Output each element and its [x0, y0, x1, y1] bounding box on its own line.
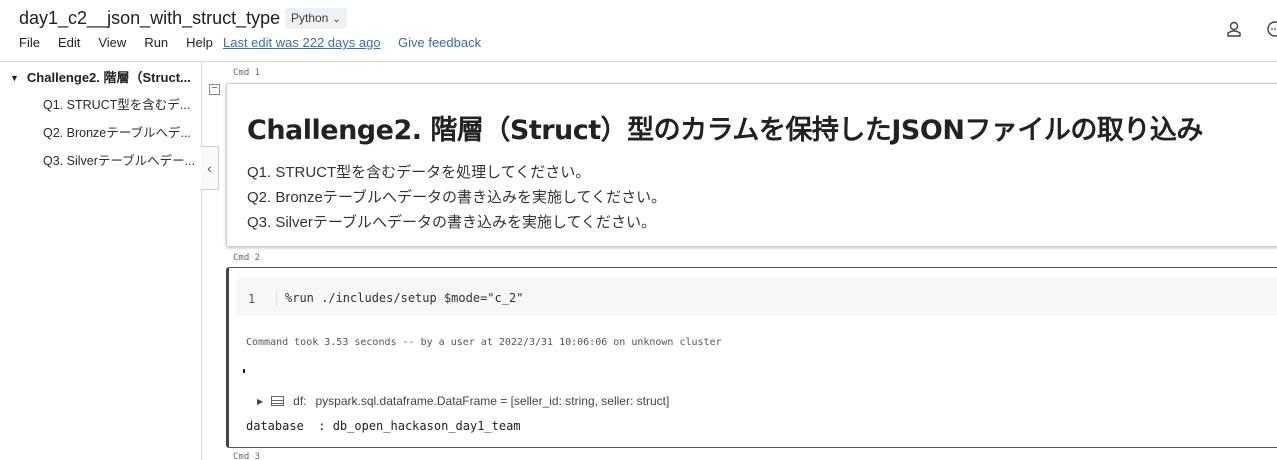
language-selector[interactable]: Python ⌄ — [285, 8, 347, 29]
code-line[interactable]: %run ./includes/setup $mode="c_2" — [276, 289, 523, 307]
code-cell[interactable]: 1 %run ./includes/setup $mode="c_2" Comm… — [226, 267, 1277, 448]
collapse-sidebar-button[interactable]: ‹ — [201, 146, 219, 190]
markdown-cell[interactable]: Challenge2. 階層（Struct）型のカラムを保持したJSONファイル… — [226, 83, 1277, 247]
toc-item-q3[interactable]: Q3. Silverテーブルへデー... — [43, 150, 201, 169]
output-marker — [243, 369, 245, 373]
cell-text-line: Q1. STRUCT型を含むデータを処理してください。 — [247, 164, 591, 181]
chevron-left-icon: ‹ — [207, 160, 212, 176]
user-icon[interactable] — [1225, 20, 1243, 38]
notebook-header: day1_c2__json_with_struct_type Python ⌄ F… — [0, 0, 1277, 62]
collapse-cell-icon[interactable]: − — [209, 84, 220, 95]
dataframe-name: df: — [293, 394, 307, 408]
language-label: Python — [291, 11, 329, 25]
chevron-down-icon: ⌄ — [332, 14, 341, 25]
output-text: database : db_open_hackason_day1_team — [246, 419, 521, 433]
cell-text-line: Q2. Bronzeテーブルへデータの書き込みを実施してください。 — [247, 189, 667, 206]
menu-help[interactable]: Help — [186, 35, 213, 50]
cmd-label: Cmd 2 — [233, 253, 261, 263]
line-number: 1 — [248, 292, 256, 306]
toc-heading[interactable]: ▼ Challenge2. 階層（Struct... — [10, 67, 191, 86]
code-editor[interactable]: 1 %run ./includes/setup $mode="c_2" — [236, 278, 1277, 316]
chat-icon[interactable] — [1264, 20, 1277, 38]
toc-item-q1[interactable]: Q1. STRUCT型を含むデ... — [43, 94, 201, 113]
table-icon — [271, 396, 285, 406]
menu-run[interactable]: Run — [144, 35, 168, 50]
toc-heading-label: Challenge2. 階層（Struct... — [26, 70, 191, 85]
toc-item-q2[interactable]: Q2. Bronzeテーブルへデ... — [43, 122, 201, 141]
notebook-title[interactable]: day1_c2__json_with_struct_type — [19, 8, 280, 29]
caret-right-icon[interactable]: ▶ — [257, 397, 263, 406]
menu-bar: File Edit View Run Help — [19, 35, 231, 50]
menu-view[interactable]: View — [98, 35, 126, 50]
cmd-label: Cmd 1 — [233, 68, 261, 78]
caret-down-icon[interactable]: ▼ — [10, 73, 19, 83]
menu-edit[interactable]: Edit — [58, 35, 80, 50]
cell-heading: Challenge2. 階層（Struct）型のカラムを保持したJSONファイル… — [247, 115, 1203, 146]
give-feedback-link[interactable]: Give feedback — [398, 35, 481, 50]
dataframe-type: pyspark.sql.dataframe.DataFrame = [selle… — [315, 394, 670, 408]
last-edit-link[interactable]: Last edit was 222 days ago — [223, 35, 381, 50]
dataframe-schema-row[interactable]: ▶ df: pyspark.sql.dataframe.DataFrame = … — [257, 394, 669, 408]
menu-file[interactable]: File — [19, 35, 40, 50]
cmd-label: Cmd 3 — [233, 452, 261, 460]
cell-text-line: Q3. Silverテーブルへデータの書き込みを実施してください。 — [247, 214, 657, 231]
table-of-contents: ▼ Challenge2. 階層（Struct... Q1. STRUCT型を含む… — [0, 62, 202, 460]
command-status: Command took 3.53 seconds -- by a user a… — [246, 337, 722, 348]
